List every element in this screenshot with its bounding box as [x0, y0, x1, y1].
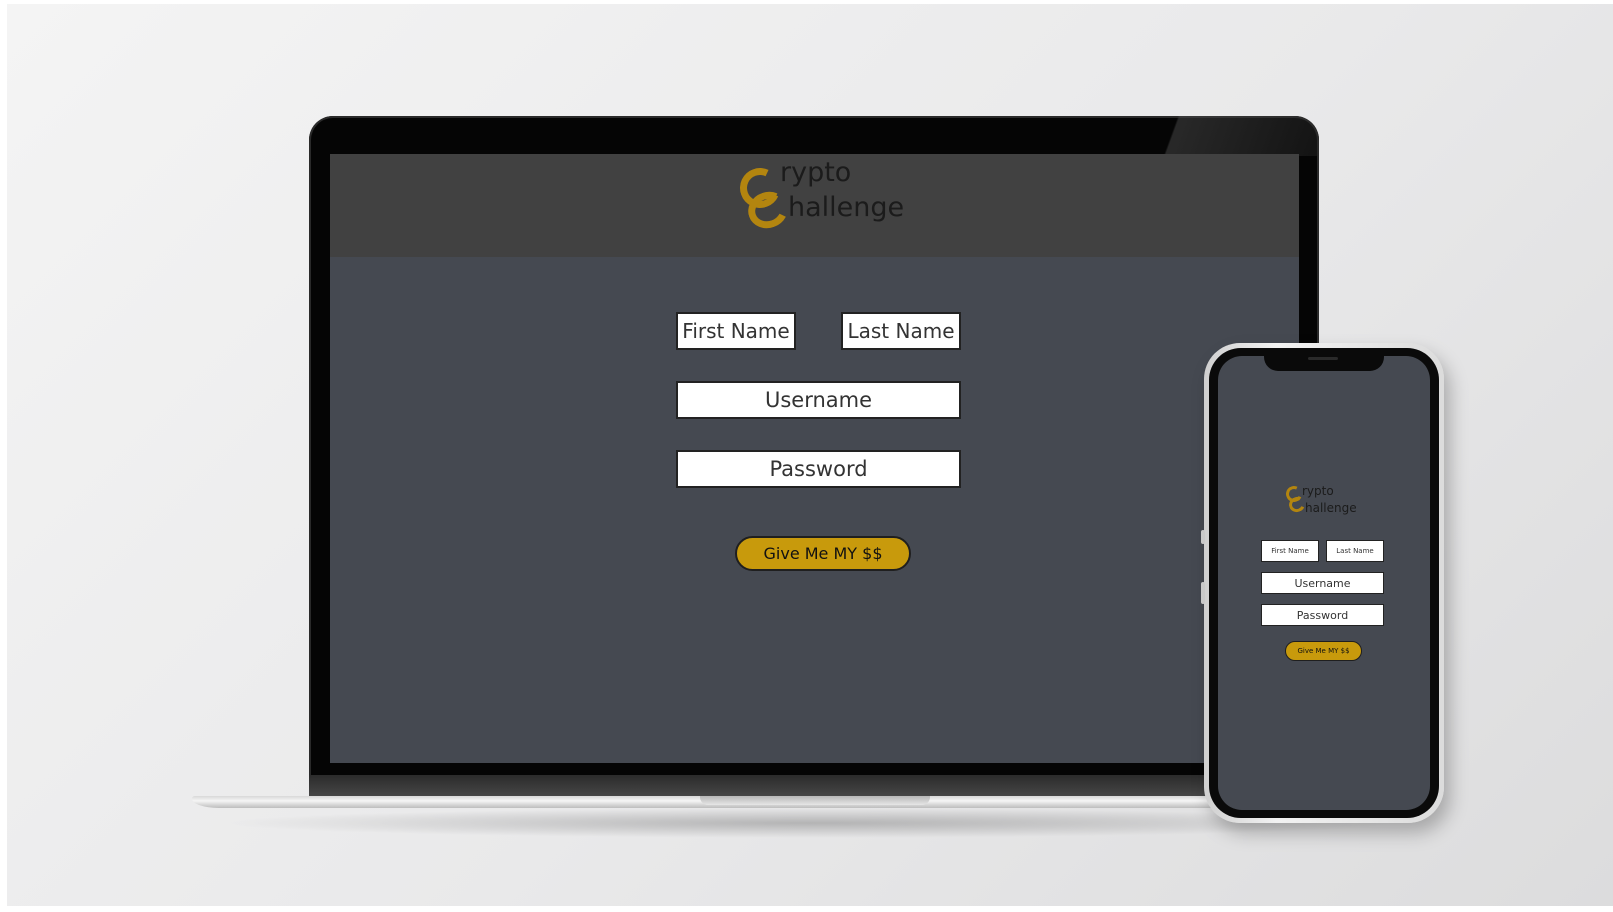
- password-placeholder: Password: [769, 457, 868, 481]
- username-field[interactable]: Username: [676, 381, 961, 419]
- first-name-placeholder: First Name: [682, 319, 790, 343]
- mobile-last-name-placeholder: Last Name: [1336, 547, 1374, 555]
- mobile-password-field[interactable]: Password: [1261, 604, 1384, 626]
- mobile-brand-line-1: rypto: [1302, 484, 1334, 498]
- phone-screen: rypto hallenge First Name Last Name User…: [1218, 356, 1430, 810]
- mobile-last-name-field[interactable]: Last Name: [1326, 540, 1384, 562]
- mobile-username-placeholder: Username: [1294, 576, 1351, 590]
- mobile-first-name-placeholder: First Name: [1271, 547, 1309, 555]
- last-name-placeholder: Last Name: [847, 319, 955, 343]
- brand-line-1: rypto: [780, 157, 852, 188]
- image-frame-top: [0, 0, 1613, 4]
- lid-glare: [1139, 116, 1319, 156]
- image-frame-bottom: [0, 906, 1613, 912]
- phone-speaker: [1308, 357, 1338, 360]
- username-placeholder: Username: [764, 388, 873, 412]
- mobile-brand-line-2: hallenge: [1305, 501, 1357, 515]
- submit-button-label: Give Me MY $$: [763, 544, 883, 563]
- laptop-thumb-notch: [700, 796, 930, 805]
- brand-line-2: hallenge: [788, 192, 905, 223]
- phone-notch: [1264, 352, 1384, 371]
- submit-button[interactable]: Give Me MY $$: [735, 536, 911, 571]
- phone-side-button-2: [1201, 582, 1205, 604]
- phone-side-button-1: [1201, 530, 1205, 544]
- mobile-submit-button[interactable]: Give Me MY $$: [1285, 641, 1362, 661]
- mobile-first-name-field[interactable]: First Name: [1261, 540, 1319, 562]
- last-name-field[interactable]: Last Name: [841, 312, 961, 350]
- password-field[interactable]: Password: [676, 450, 961, 488]
- mobile-username-field[interactable]: Username: [1261, 572, 1384, 594]
- mobile-submit-button-label: Give Me MY $$: [1297, 647, 1350, 655]
- mobile-password-placeholder: Password: [1296, 608, 1349, 622]
- laptop-screen: rypto hallenge First Name Last Name User…: [330, 154, 1299, 763]
- first-name-field[interactable]: First Name: [676, 312, 796, 350]
- site-header: rypto hallenge: [330, 154, 1299, 257]
- image-frame-left: [0, 0, 7, 912]
